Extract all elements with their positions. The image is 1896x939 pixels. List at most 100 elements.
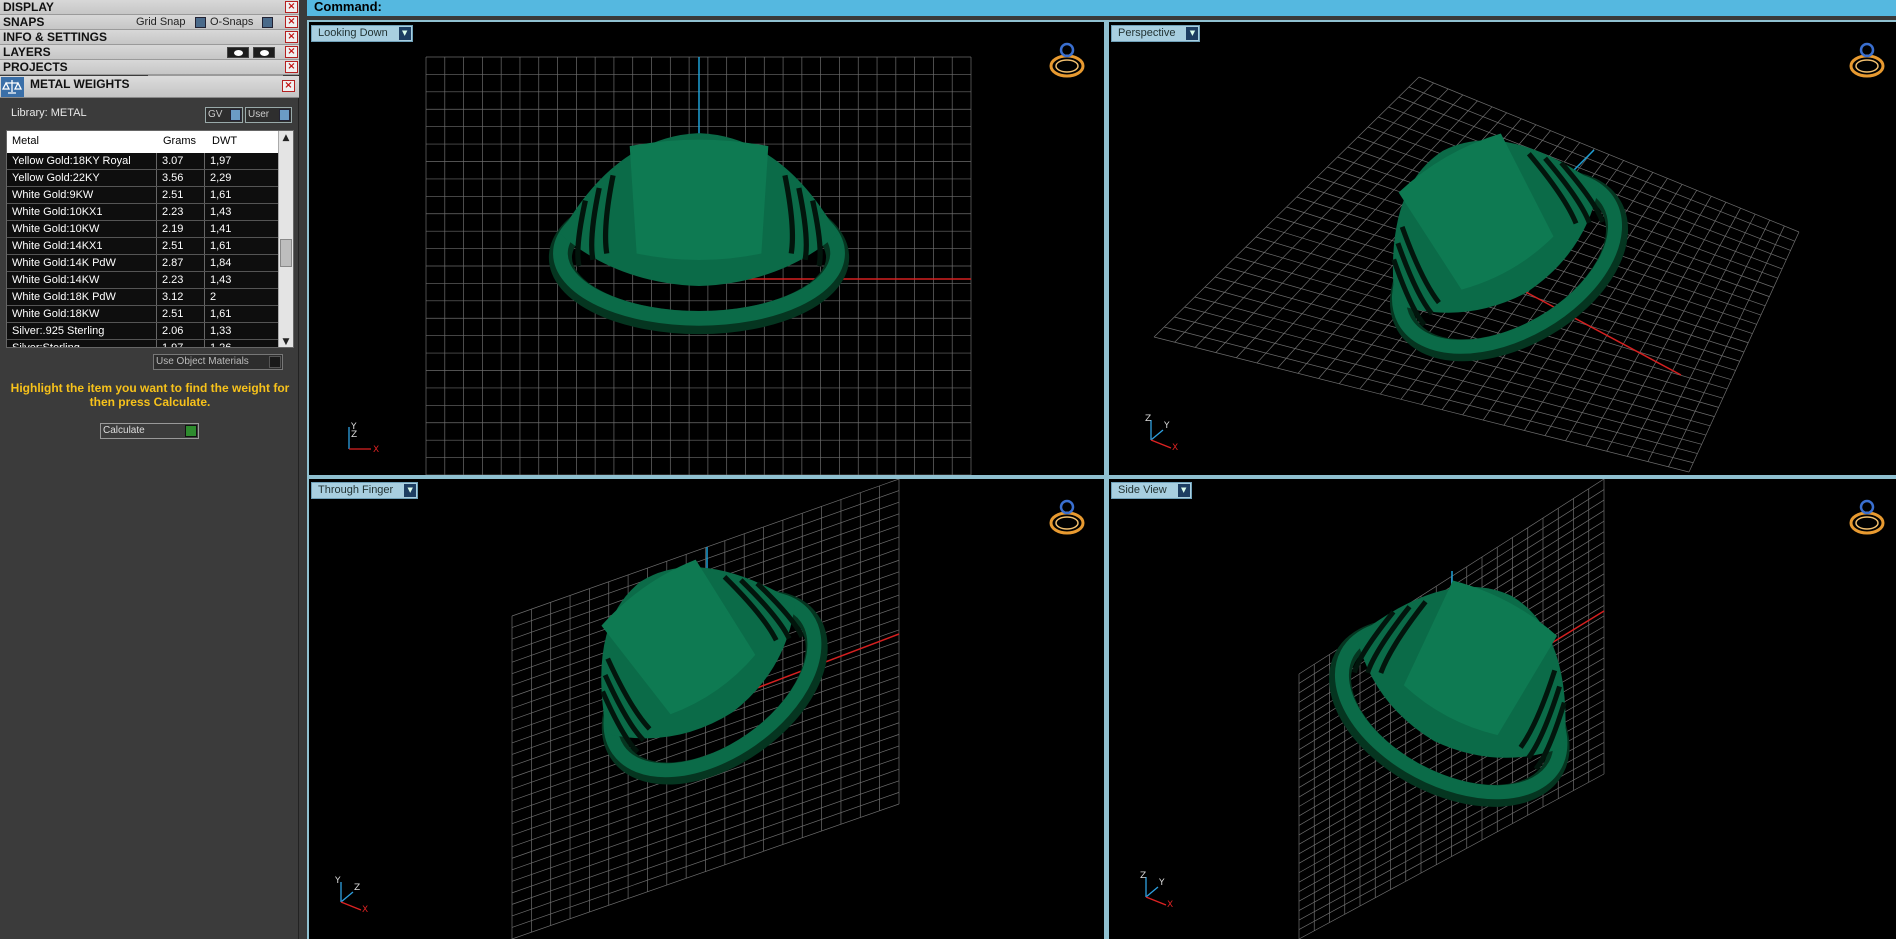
table-cell: 3.07 — [157, 153, 205, 169]
table-cell: White Gold:14KW — [7, 272, 157, 288]
calculate-button[interactable]: Calculate — [100, 423, 199, 439]
table-row[interactable]: White Gold:18KW 2.51 1,61 — [7, 306, 280, 323]
viewport-title: Side View — [1118, 484, 1167, 496]
info-section[interactable]: INFO & SETTINGS × — [0, 30, 299, 45]
close-icon[interactable]: × — [285, 61, 298, 73]
table-row[interactable]: White Gold:14KX1 2.51 1,61 — [7, 238, 280, 255]
svg-text:Z: Z — [1140, 871, 1146, 881]
table-cell: White Gold:18KW — [7, 306, 157, 322]
o-snaps-label: O-Snaps — [210, 16, 254, 28]
table-cell: 1,84 — [205, 255, 280, 271]
use-object-materials-label: Use Object Materials — [156, 356, 249, 367]
svg-text:Z: Z — [351, 430, 357, 440]
table-cell: 2.23 — [157, 204, 205, 220]
table-cell: White Gold:14K PdW — [7, 255, 157, 271]
user-toggle[interactable]: User — [245, 107, 292, 123]
viewport-canvas[interactable] — [1109, 479, 1896, 939]
table-row[interactable]: White Gold:18K PdW 3.12 2 — [7, 289, 280, 306]
viewport-canvas[interactable] — [309, 479, 1104, 939]
close-icon[interactable]: × — [285, 31, 298, 43]
viewport-looking-down[interactable]: Looking Down ▼ Y Z X — [309, 22, 1104, 475]
use-object-materials-toggle[interactable]: Use Object Materials — [153, 354, 283, 370]
viewport-canvas[interactable] — [1109, 22, 1896, 475]
user-label: User — [248, 109, 270, 120]
table-row[interactable]: White Gold:14K PdW 2.87 1,84 — [7, 255, 280, 272]
viewport-title: Perspective — [1118, 27, 1176, 39]
table-cell: 1,41 — [205, 221, 280, 237]
viewport-menu[interactable]: Side View ▼ — [1111, 482, 1192, 499]
table-row[interactable]: Silver:.925 Sterling 2.06 1,33 — [7, 323, 280, 340]
viewport-title: Looking Down — [318, 27, 388, 39]
gv-toggle[interactable]: GV — [205, 107, 243, 123]
col-grams[interactable]: Grams — [163, 135, 196, 147]
ring-view-icon[interactable] — [1847, 40, 1889, 82]
svg-text:X: X — [373, 445, 379, 455]
viewport-side-view[interactable]: Side View ▼ Z Y X — [1109, 479, 1896, 939]
table-cell: 2.51 — [157, 238, 205, 254]
play-icon — [185, 425, 197, 437]
table-cell: 2.06 — [157, 323, 205, 339]
chevron-down-icon[interactable]: ▼ — [398, 27, 411, 40]
close-icon[interactable]: × — [282, 80, 295, 92]
table-cell: 1,97 — [205, 153, 280, 169]
table-cell: 1,61 — [205, 187, 280, 203]
chevron-down-icon[interactable]: ▼ — [1177, 484, 1190, 497]
axis-indicator-icon: YZX — [348, 422, 379, 455]
grid-snap-label: Grid Snap — [136, 16, 186, 28]
table-row[interactable]: Yellow Gold:18KY Royal 3.07 1,97 — [7, 153, 280, 170]
viewport-canvas[interactable] — [309, 22, 1104, 475]
table-row[interactable]: White Gold:10KW 2.19 1,41 — [7, 221, 280, 238]
command-label: Command: — [314, 0, 382, 14]
svg-text:Z: Z — [1145, 414, 1151, 424]
table-cell: 1,61 — [205, 238, 280, 254]
ring-view-icon[interactable] — [1847, 497, 1889, 539]
grid-snap-checkbox[interactable] — [195, 17, 206, 28]
calculate-label: Calculate — [103, 425, 145, 436]
chevron-down-icon[interactable]: ▼ — [404, 484, 417, 497]
command-bar[interactable]: Command: — [307, 0, 1896, 16]
table-cell: 1,61 — [205, 306, 280, 322]
toggle-icon — [279, 109, 290, 121]
table-row[interactable]: White Gold:9KW 2.51 1,61 — [7, 187, 280, 204]
scroll-up-icon[interactable]: ▲ — [279, 131, 293, 145]
table-cell: 1.97 — [157, 340, 205, 347]
table-row[interactable]: Yellow Gold:22KY 3.56 2,29 — [7, 170, 280, 187]
eye-icon[interactable] — [253, 47, 275, 58]
close-icon[interactable]: × — [285, 1, 298, 13]
svg-text:X: X — [1167, 900, 1173, 909]
table-cell: 1,33 — [205, 323, 280, 339]
table-cell: 2.51 — [157, 306, 205, 322]
close-icon[interactable]: × — [285, 46, 298, 58]
table-cell: 1,26 — [205, 340, 280, 347]
snaps-label: SNAPS — [3, 15, 45, 29]
table-cell: 2.87 — [157, 255, 205, 271]
snaps-section[interactable]: SNAPS Grid Snap O-Snaps × — [0, 15, 299, 30]
viewport-menu[interactable]: Looking Down ▼ — [311, 25, 413, 42]
viewport-through-finger[interactable]: Through Finger ▼ Y Z X — [309, 479, 1104, 939]
scroll-thumb[interactable] — [280, 239, 292, 267]
viewport-menu[interactable]: Through Finger ▼ — [311, 482, 419, 499]
table-cell: White Gold:14KX1 — [7, 238, 157, 254]
table-row[interactable]: Silver:Sterling 1.97 1,26 — [7, 340, 280, 347]
col-metal[interactable]: Metal — [12, 135, 39, 147]
col-dwt[interactable]: DWT — [212, 135, 237, 147]
axis-indicator-icon: Z Y X — [1145, 414, 1178, 452]
ring-view-icon[interactable] — [1047, 497, 1089, 539]
ring-view-icon[interactable] — [1047, 40, 1089, 82]
projects-label: PROJECTS — [3, 60, 68, 74]
table-row[interactable]: White Gold:10KX1 2.23 1,43 — [7, 204, 280, 221]
display-section[interactable]: DISPLAY × — [0, 0, 299, 15]
viewport-perspective[interactable]: Perspective ▼ Z Y X — [1109, 22, 1896, 475]
layers-section[interactable]: LAYERS × — [0, 45, 299, 60]
scroll-down-icon[interactable]: ▼ — [279, 335, 293, 347]
svg-text:Z: Z — [354, 883, 360, 893]
close-icon[interactable]: × — [285, 16, 298, 28]
o-snaps-checkbox[interactable] — [262, 17, 273, 28]
chevron-down-icon[interactable]: ▼ — [1186, 27, 1199, 40]
viewport-menu[interactable]: Perspective ▼ — [1111, 25, 1201, 42]
left-panel: DISPLAY × SNAPS Grid Snap O-Snaps × INFO … — [0, 0, 299, 939]
eye-icon[interactable] — [227, 47, 249, 58]
table-row[interactable]: White Gold:14KW 2.23 1,43 — [7, 272, 280, 289]
table-scrollbar[interactable]: ▲ ▼ — [278, 131, 293, 347]
projects-section[interactable]: PROJECTS × — [0, 60, 299, 75]
